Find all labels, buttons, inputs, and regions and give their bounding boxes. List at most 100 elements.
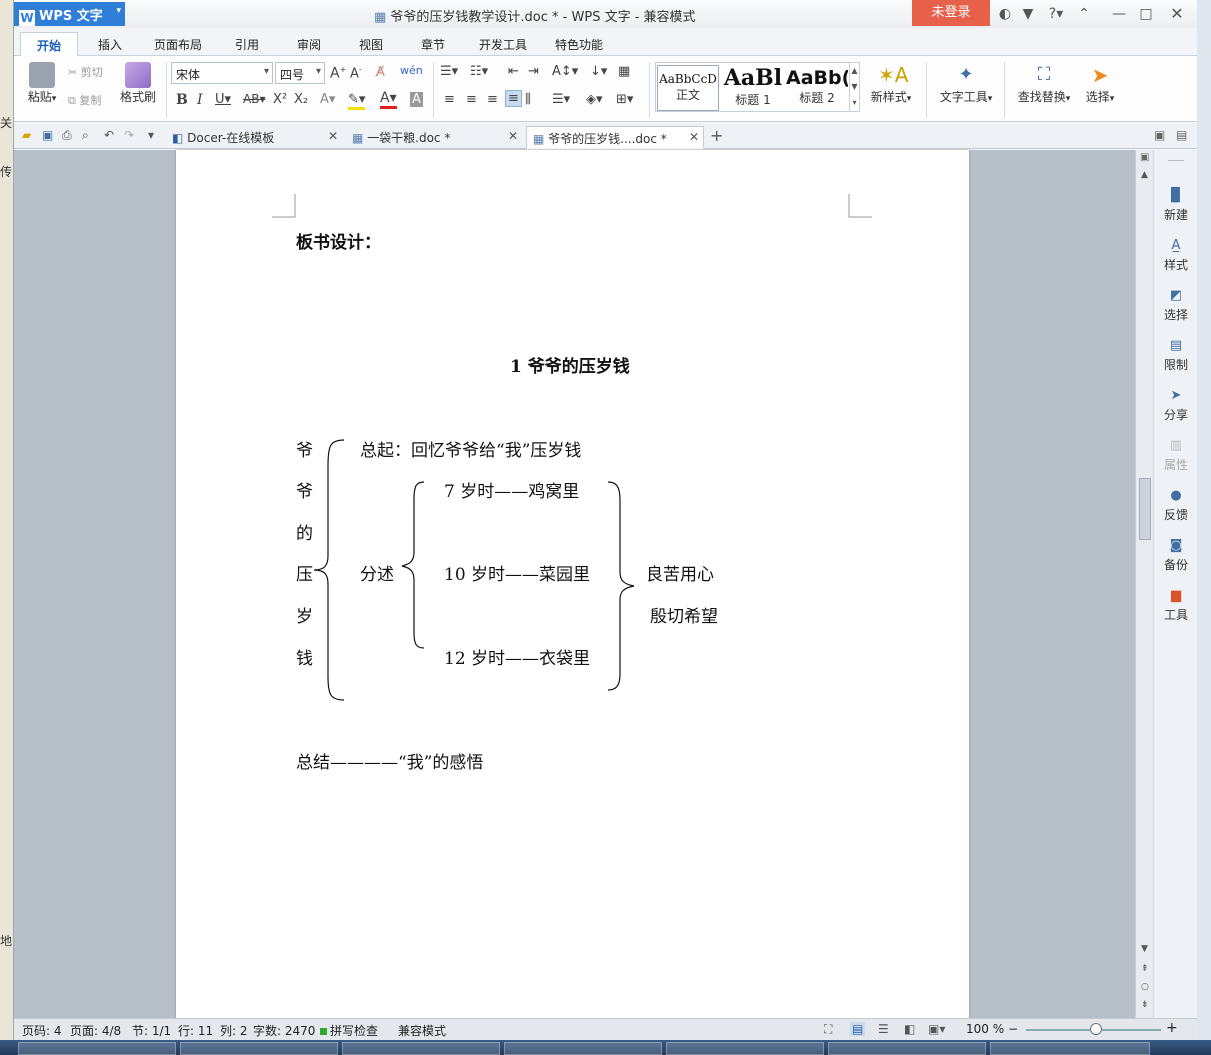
underline-icon[interactable]: U▾	[215, 92, 231, 107]
doc-tab[interactable]: ▦ 一袋干粮.doc * ✕	[346, 126, 522, 149]
select-browse-icon[interactable]: ○	[1141, 982, 1149, 992]
side-feedback-button[interactable]: ● 反馈	[1154, 488, 1197, 523]
increase-indent-icon[interactable]: ⇥	[528, 64, 539, 79]
tab-list-icon[interactable]: ▤	[1176, 128, 1187, 142]
clear-format-icon[interactable]: A̸	[376, 65, 385, 80]
scroll-up-icon[interactable]: ▲	[1141, 170, 1148, 180]
status-page-code[interactable]: 页码: 4	[22, 1022, 62, 1039]
next-page-icon[interactable]: ⇟	[1141, 1000, 1149, 1010]
side-backup-button[interactable]: ◙ 备份	[1154, 538, 1197, 573]
align-center-icon[interactable]: ≡	[466, 92, 477, 107]
shading-fill-icon[interactable]: ◈▾	[586, 92, 603, 107]
status-pages[interactable]: 页面: 4/8	[70, 1022, 121, 1039]
spell-check-toggle[interactable]: 拼写检查	[320, 1022, 378, 1039]
style-heading-1[interactable]: AaBl 标题 1	[722, 65, 784, 111]
text-effect-icon[interactable]: A▾	[320, 92, 335, 107]
style-gallery-scroll[interactable]: ▲ ▼ ▾	[849, 63, 859, 111]
zoom-slider-knob[interactable]	[1090, 1023, 1102, 1035]
tab-special[interactable]: 特色功能	[545, 34, 613, 55]
align-right-icon[interactable]: ≡	[487, 92, 498, 107]
distribute-icon[interactable]: ⫼	[525, 92, 531, 107]
tab-insert[interactable]: 插入	[88, 34, 132, 55]
new-style-button[interactable]: ✶A 新样式▾	[864, 62, 918, 105]
status-row[interactable]: 行: 11	[178, 1022, 213, 1039]
close-icon[interactable]: ✕	[1167, 4, 1187, 24]
shrink-font-icon[interactable]: A-	[350, 65, 362, 81]
tab-review[interactable]: 审阅	[287, 34, 331, 55]
tab-chapter[interactable]: 章节	[411, 34, 455, 55]
status-col[interactable]: 列: 2	[220, 1022, 248, 1039]
login-button[interactable]: 未登录	[912, 0, 990, 26]
quick-access-menu-icon[interactable]: ▾	[148, 128, 154, 142]
zoom-in-icon[interactable]: +	[1166, 1020, 1178, 1036]
borders-icon[interactable]: ⊞▾	[616, 92, 633, 107]
wps-menu-button[interactable]: W WPS 文字 ▾	[14, 2, 125, 26]
taskbar-item[interactable]	[18, 1042, 176, 1055]
redo-icon[interactable]: ↷	[124, 128, 134, 142]
taskbar-item[interactable]	[990, 1042, 1150, 1055]
help-icon[interactable]: ?▾	[1042, 4, 1070, 24]
subscript-icon[interactable]: X₂	[294, 92, 308, 107]
shirt-icon[interactable]: ▼	[1018, 4, 1038, 24]
fullscreen-view-icon[interactable]: ⛶	[824, 1022, 832, 1037]
text-direction-icon[interactable]: A↕▾	[552, 64, 578, 79]
save-icon[interactable]: ▣	[42, 128, 53, 142]
zoom-level[interactable]: 100 %	[966, 1022, 1004, 1036]
style-heading-2[interactable]: AaBb( 标题 2	[786, 65, 848, 111]
doc-tab-active[interactable]: ▦ 爷爷的压岁钱....doc * ✕	[526, 126, 704, 149]
skin-icon[interactable]: ◐	[995, 4, 1015, 24]
italic-icon[interactable]: I	[197, 92, 203, 108]
undo-icon[interactable]: ↶	[104, 128, 114, 142]
scroll-thumb[interactable]	[1139, 478, 1151, 540]
highlight-icon[interactable]: ✎▾	[348, 92, 366, 110]
open-icon[interactable]: ▰	[22, 128, 31, 142]
collapse-ribbon-icon[interactable]: ⌃	[1074, 4, 1094, 24]
text-tools-button[interactable]: ✦ 文字工具▾	[934, 62, 998, 105]
close-tab-icon[interactable]: ✕	[328, 129, 338, 143]
taskbar-item[interactable]	[504, 1042, 662, 1055]
line-spacing-icon[interactable]: ☰▾	[552, 92, 570, 107]
taskbar-item[interactable]	[828, 1042, 986, 1055]
maximize-icon[interactable]: □	[1136, 4, 1156, 24]
vertical-scrollbar[interactable]: ▣ ▲ ▼ ⇞ ○ ⇟	[1135, 150, 1153, 1018]
superscript-icon[interactable]: X²	[273, 92, 287, 107]
status-words[interactable]: 字数: 2470	[253, 1022, 315, 1039]
reading-view-icon[interactable]: ▣▾	[928, 1022, 945, 1036]
close-tab-icon[interactable]: ✕	[508, 129, 518, 143]
scroll-down-icon[interactable]: ▼	[1141, 944, 1148, 954]
side-style-button[interactable]: A̲ 样式	[1154, 238, 1197, 273]
numbering-icon[interactable]: ☷▾	[470, 64, 488, 79]
paste-button[interactable]: 粘贴▾	[20, 62, 64, 105]
taskbar-item[interactable]	[666, 1042, 824, 1055]
prev-page-icon[interactable]: ⇞	[1141, 964, 1149, 974]
window-mode-icon[interactable]: ▣	[1154, 128, 1165, 142]
document-page[interactable]: 板书设计： 1 爷爷的压岁钱 爷 爷 的 压 岁 钱 总起：回忆爷爷给“我”压岁…	[176, 150, 969, 1018]
grow-font-icon[interactable]: A+	[330, 65, 346, 82]
font-name-select[interactable]: 宋体	[171, 62, 273, 84]
zoom-out-icon[interactable]: −	[1008, 1022, 1018, 1036]
page-view-icon[interactable]: ▤	[850, 1022, 866, 1036]
taskbar-item[interactable]	[180, 1042, 338, 1055]
outline-view-icon[interactable]: ☰	[878, 1022, 889, 1036]
font-color-icon[interactable]: A▾	[380, 90, 397, 109]
tab-view[interactable]: 视图	[349, 34, 393, 55]
tab-start[interactable]: 开始	[20, 32, 79, 57]
print-preview-icon[interactable]: ⌕	[82, 128, 89, 143]
doc-tab[interactable]: ◧ Docer-在线模板 ✕	[166, 126, 342, 149]
font-size-select[interactable]: 四号	[275, 62, 325, 84]
tab-developer[interactable]: 开发工具	[469, 34, 537, 55]
status-section[interactable]: 节: 1/1	[132, 1022, 171, 1039]
table-icon[interactable]: ▦	[618, 64, 630, 79]
minimize-icon[interactable]: —	[1109, 4, 1129, 24]
side-properties-button[interactable]: ▥ 属性	[1154, 438, 1197, 473]
copy-button[interactable]: ⧉ 复制	[68, 92, 101, 108]
side-tools-button[interactable]: ▆ 工具	[1154, 588, 1197, 623]
bold-icon[interactable]: B	[176, 92, 188, 108]
align-left-icon[interactable]: ≡	[444, 92, 455, 107]
side-new-button[interactable]: ▉ 新建	[1154, 188, 1197, 223]
decrease-indent-icon[interactable]: ⇤	[508, 64, 519, 79]
side-select-button[interactable]: ◩ 选择	[1154, 288, 1197, 323]
format-painter-button[interactable]: 格式刷	[116, 62, 160, 105]
new-tab-icon[interactable]: +	[710, 126, 723, 145]
strikethrough-icon[interactable]: AB▾	[243, 92, 265, 106]
